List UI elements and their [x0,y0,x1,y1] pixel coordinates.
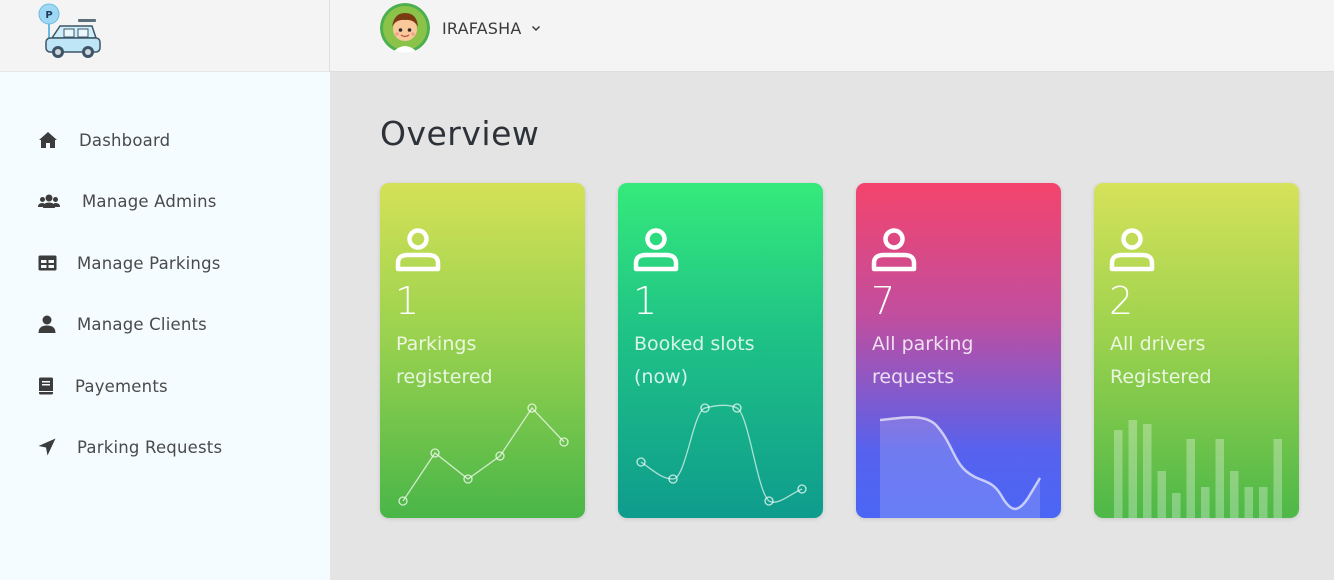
sidebar-item-manage-admins[interactable]: Manage Admins [38,186,217,216]
stat-count: 7 [871,279,896,323]
sidebar-item-dashboard[interactable]: Dashboard [38,125,170,155]
page-title: Overview [380,114,540,153]
sidebar-item-manage-clients[interactable]: Manage Clients [38,309,207,339]
user-name: IRAFASHA [442,18,522,38]
users-icon [38,190,82,212]
stat-label: All parking requests [872,333,974,388]
sparkline-line [398,403,569,506]
avatar [380,3,430,53]
user-menu[interactable]: IRAFASHA [380,3,542,53]
stat-label: Parkings registered [396,333,493,388]
sparkline-bars [1114,420,1282,518]
user-icon [38,313,77,335]
sidebar-item-parking-requests[interactable]: Parking Requests [38,432,222,462]
user-outline-icon [633,228,679,272]
stat-card-parking-requests[interactable]: 7 All parking requests [856,183,1061,518]
stat-count: 1 [633,279,658,323]
sidebar-item-label: Manage Parkings [77,253,221,273]
chevron-down-icon[interactable] [530,22,542,34]
sidebar-item-label: Manage Clients [77,314,207,334]
stat-card-parkings[interactable]: 1 Parkings registered [380,183,585,518]
sidebar-item-label: Manage Admins [82,191,217,211]
stat-label: Booked slots (now) [634,333,755,388]
sidebar-item-label: Dashboard [79,130,171,150]
parking-car-logo[interactable]: P [34,2,104,62]
top-bar: IRAFASHA [330,0,1334,72]
stat-card-booked-slots[interactable]: 1 Booked slots (now) [618,183,823,518]
stat-label: All drivers Registered [1110,333,1212,388]
sparkline-area [879,416,1042,518]
stat-card-drivers[interactable]: 2 All drivers Registered [1094,183,1299,518]
sidebar-item-manage-parkings[interactable]: Manage Parkings [38,248,221,278]
sidebar-item-label: Parking Requests [77,437,223,457]
user-outline-icon [871,228,917,272]
sidebar-item-payements[interactable]: Payements [38,371,168,401]
table-icon [38,252,77,274]
user-outline-icon [1109,228,1155,272]
svg-text:P: P [45,10,52,21]
location-arrow-icon [38,436,77,458]
sidebar-item-label: Payements [75,376,168,396]
stat-count: 2 [1109,279,1134,323]
stat-count: 1 [395,279,420,323]
sidebar: Dashboard Manage Admins Manage Parkings … [0,72,330,580]
sparkline-curve [636,403,807,506]
user-outline-icon [395,228,441,272]
book-icon [38,375,75,397]
home-icon [38,129,79,151]
brand-area: P [0,0,330,72]
